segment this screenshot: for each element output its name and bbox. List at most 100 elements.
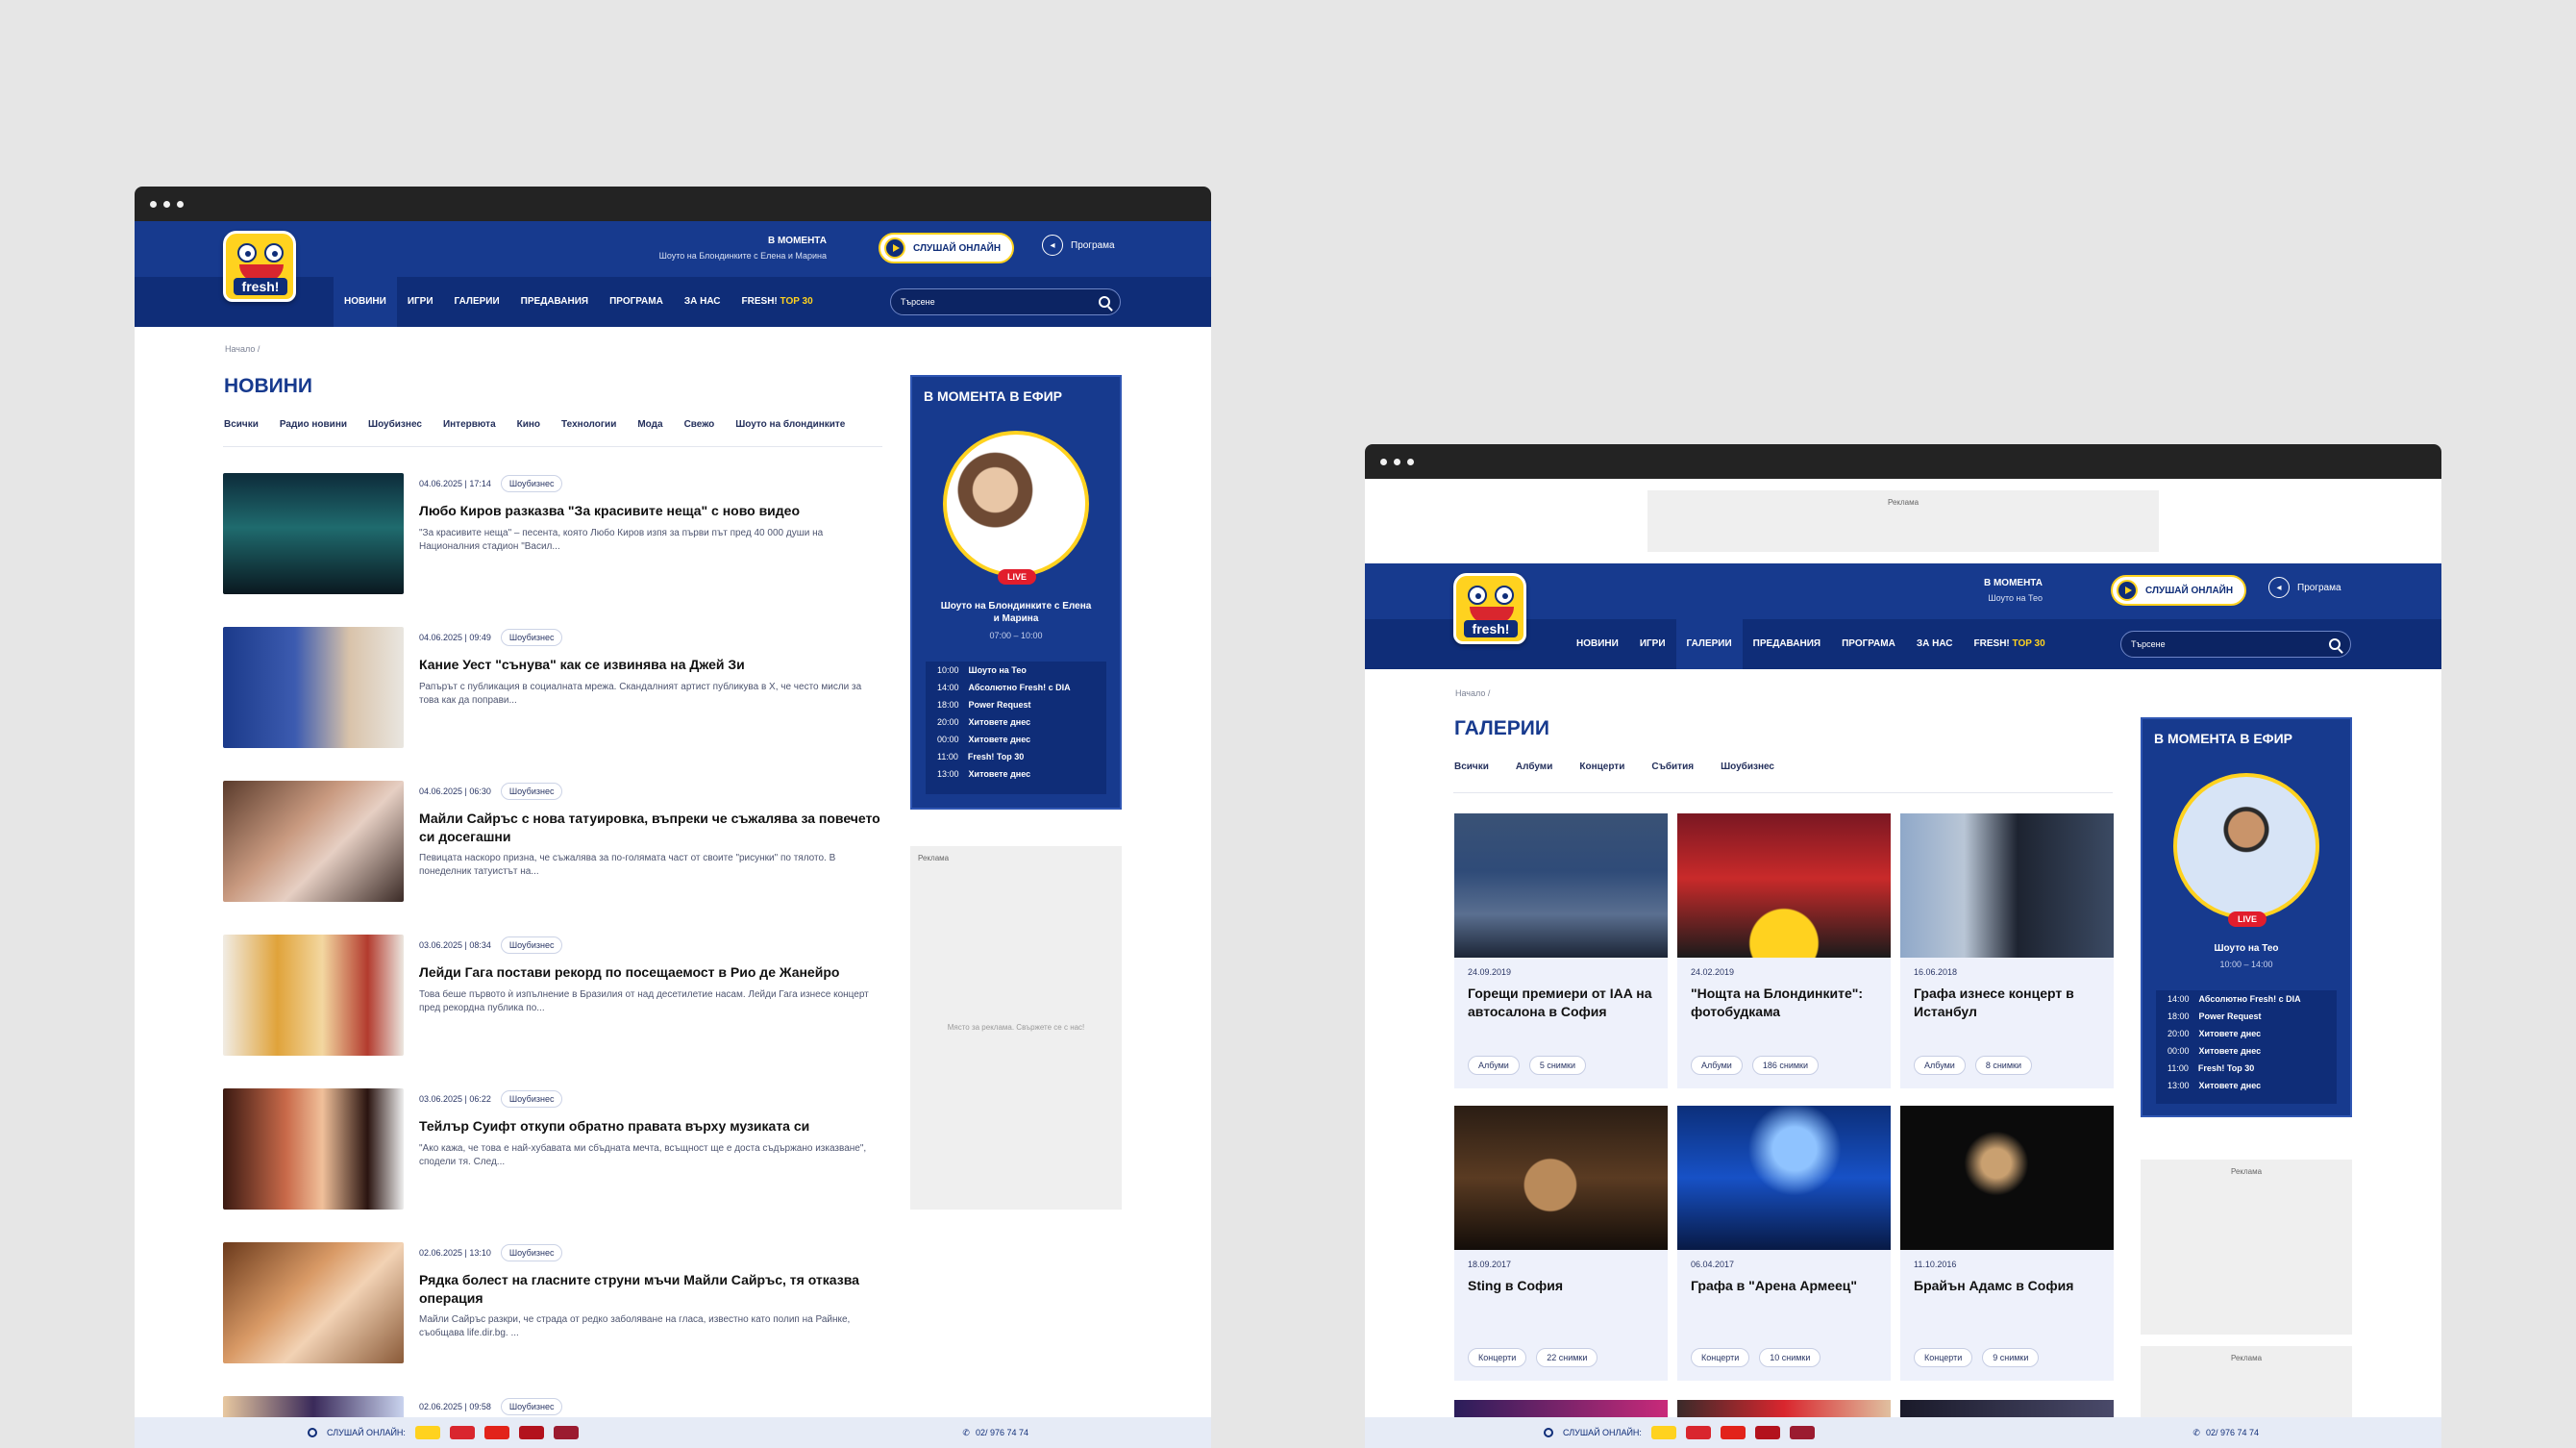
gallery-type-tag[interactable]: Албуми (1914, 1056, 1966, 1075)
footer-phone[interactable]: ✆ 02/ 976 74 74 (962, 1428, 1028, 1438)
schedule-item[interactable]: 18:00 Power Request (2156, 1008, 2337, 1025)
news-tag[interactable]: Шоубизнес (500, 475, 563, 492)
breadcrumb[interactable]: Начало / (1455, 688, 1490, 698)
gallery-image[interactable] (1677, 813, 1891, 958)
news-title[interactable]: Майли Сайръс с нова татуировка, въпреки … (419, 810, 886, 846)
news-title[interactable]: Лейди Гага постави рекорд по посещаемост… (419, 963, 886, 982)
schedule-item[interactable]: 11:00 Fresh! Top 30 (926, 748, 1106, 765)
schedule-item[interactable]: 13:00 Хитовете днес (2156, 1077, 2337, 1094)
schedule-item[interactable]: 13:00 Хитовете днес (926, 765, 1106, 783)
gallery-title[interactable]: Графа изнесе концерт в Истанбул (1914, 985, 2102, 1021)
news-title[interactable]: Тейлър Суифт откупи обратно правата върх… (419, 1117, 886, 1136)
program-link[interactable]: ◂ Програма (1042, 235, 1115, 256)
station-logo[interactable] (518, 1426, 544, 1439)
nav-top30[interactable]: FRESH! TOP 30 (1964, 619, 2056, 669)
news-item[interactable]: 03.06.2025 | 08:34 Шоубизнес Лейди Гага п… (223, 935, 886, 1056)
category-events[interactable]: Събития (1651, 761, 1694, 772)
nav-program[interactable]: ПРОГРАМА (1831, 619, 1906, 669)
search-icon[interactable] (2329, 638, 2341, 650)
gallery-type-tag[interactable]: Албуми (1468, 1056, 1520, 1075)
news-title[interactable]: Кание Уест "сънува" как се извинява на Д… (419, 656, 886, 674)
gallery-card[interactable]: 16.06.2018 Графа изнесе концерт в Истанб… (1900, 813, 2114, 1088)
gallery-card[interactable]: 18.09.2017 Sting в София Концерти 22 сним… (1454, 1106, 1668, 1381)
category-concerts[interactable]: Концерти (1579, 761, 1624, 772)
breadcrumb[interactable]: Начало / (225, 344, 260, 354)
news-item[interactable]: 03.06.2025 | 06:22 Шоубизнес Тейлър Суифт… (223, 1088, 886, 1210)
news-thumbnail[interactable] (223, 1088, 404, 1210)
news-tag[interactable]: Шоубизнес (500, 1398, 563, 1415)
schedule-item[interactable]: 11:00 Fresh! Top 30 (2156, 1060, 2337, 1077)
news-tag[interactable]: Шоубизнес (500, 629, 563, 646)
footer-phone[interactable]: ✆ 02/ 976 74 74 (2192, 1428, 2259, 1438)
schedule-item[interactable]: 18:00 Power Request (926, 696, 1106, 713)
search-icon[interactable] (1099, 296, 1110, 308)
listen-online-button[interactable]: СЛУШАЙ ОНЛАЙН (879, 233, 1015, 263)
news-thumbnail[interactable] (223, 473, 404, 594)
category-albums[interactable]: Албуми (1516, 761, 1552, 772)
nav-shows[interactable]: ПРЕДАВАНИЯ (1743, 619, 1831, 669)
gallery-image[interactable] (1454, 1106, 1668, 1250)
news-title[interactable]: Любо Киров разказва "За красивите неща" … (419, 502, 886, 520)
schedule-item[interactable]: 00:00 Хитовете днес (2156, 1042, 2337, 1060)
category-fresh[interactable]: Свежо (684, 419, 715, 430)
news-title[interactable]: Рядка болест на гласните струни мъчи Май… (419, 1271, 886, 1308)
category-blondes[interactable]: Шоуто на блондинките (735, 419, 845, 430)
gallery-type-tag[interactable]: Концерти (1691, 1348, 1750, 1367)
news-item[interactable]: 04.06.2025 | 06:30 Шоубизнес Майли Сайръс… (223, 781, 886, 902)
nav-games[interactable]: ИГРИ (1629, 619, 1676, 669)
schedule-item[interactable]: 10:00 Шоуто на Тео (926, 662, 1106, 679)
nav-news[interactable]: НОВИНИ (334, 277, 397, 327)
search-input[interactable]: Търсене (890, 288, 1121, 315)
top-ad-slot[interactable]: Реклама (1647, 490, 2159, 552)
news-tag[interactable]: Шоубизнес (500, 936, 563, 954)
program-link[interactable]: ◂ Програма (2268, 577, 2341, 598)
site-logo[interactable]: fresh! (1453, 573, 1526, 644)
nav-top30[interactable]: FRESH! TOP 30 (731, 277, 824, 327)
gallery-image[interactable] (1454, 813, 1668, 958)
gallery-title[interactable]: Брайън Адамс в София (1914, 1277, 2102, 1295)
gallery-type-tag[interactable]: Концерти (1914, 1348, 1973, 1367)
nav-about[interactable]: ЗА НАС (674, 277, 731, 327)
category-cinema[interactable]: Кино (517, 419, 540, 430)
news-tag[interactable]: Шоубизнес (500, 783, 563, 800)
schedule-item[interactable]: 20:00 Хитовете днес (926, 713, 1106, 731)
ad-slot[interactable]: Реклама Място за реклама. Свържете се с … (910, 846, 1122, 1210)
category-interviews[interactable]: Интервюта (443, 419, 496, 430)
station-logo[interactable] (553, 1426, 579, 1439)
gallery-title[interactable]: Графа в "Арена Армеец" (1691, 1277, 1879, 1295)
gallery-title[interactable]: Sting в София (1468, 1277, 1656, 1295)
nav-galleries[interactable]: ГАЛЕРИИ (444, 277, 510, 327)
category-all[interactable]: Всички (224, 419, 259, 430)
category-fashion[interactable]: Мода (637, 419, 662, 430)
gallery-card[interactable]: 06.04.2017 Графа в "Арена Армеец" Концер… (1677, 1106, 1891, 1381)
station-logo[interactable] (1650, 1426, 1676, 1439)
gallery-type-tag[interactable]: Албуми (1691, 1056, 1743, 1075)
news-tag[interactable]: Шоубизнес (500, 1090, 563, 1108)
ad-slot[interactable]: Реклама (2141, 1160, 2352, 1335)
station-logo[interactable] (414, 1426, 440, 1439)
news-thumbnail[interactable] (223, 781, 404, 902)
site-logo[interactable]: fresh! (223, 231, 296, 302)
nav-news[interactable]: НОВИНИ (1566, 619, 1629, 669)
nav-shows[interactable]: ПРЕДАВАНИЯ (510, 277, 599, 327)
category-showbiz[interactable]: Шоубизнес (368, 419, 422, 430)
gallery-card[interactable]: 24.09.2019 Горещи премиери от IAA на авт… (1454, 813, 1668, 1088)
gallery-image[interactable] (1900, 813, 2114, 958)
category-showbiz[interactable]: Шоубизнес (1721, 761, 1774, 772)
station-logo[interactable] (483, 1426, 509, 1439)
nav-games[interactable]: ИГРИ (397, 277, 444, 327)
gallery-image[interactable] (1900, 1106, 2114, 1250)
listen-online-button[interactable]: СЛУШАЙ ОНЛАЙН (2111, 575, 2247, 606)
category-tech[interactable]: Технологии (561, 419, 616, 430)
news-item[interactable]: 04.06.2025 | 09:49 Шоубизнес Кание Уест "… (223, 627, 886, 748)
station-logo[interactable] (1789, 1426, 1815, 1439)
news-item[interactable]: 02.06.2025 | 13:10 Шоубизнес Рядка болест… (223, 1242, 886, 1363)
category-radio-news[interactable]: Радио новини (280, 419, 347, 430)
gallery-type-tag[interactable]: Концерти (1468, 1348, 1527, 1367)
news-tag[interactable]: Шоубизнес (500, 1244, 563, 1261)
nav-about[interactable]: ЗА НАС (1906, 619, 1964, 669)
gallery-card[interactable]: 24.02.2019 "Нощта на Блондинките": фотоб… (1677, 813, 1891, 1088)
search-input[interactable]: Търсене (2120, 631, 2351, 658)
news-thumbnail[interactable] (223, 935, 404, 1056)
station-logo[interactable] (1685, 1426, 1711, 1439)
